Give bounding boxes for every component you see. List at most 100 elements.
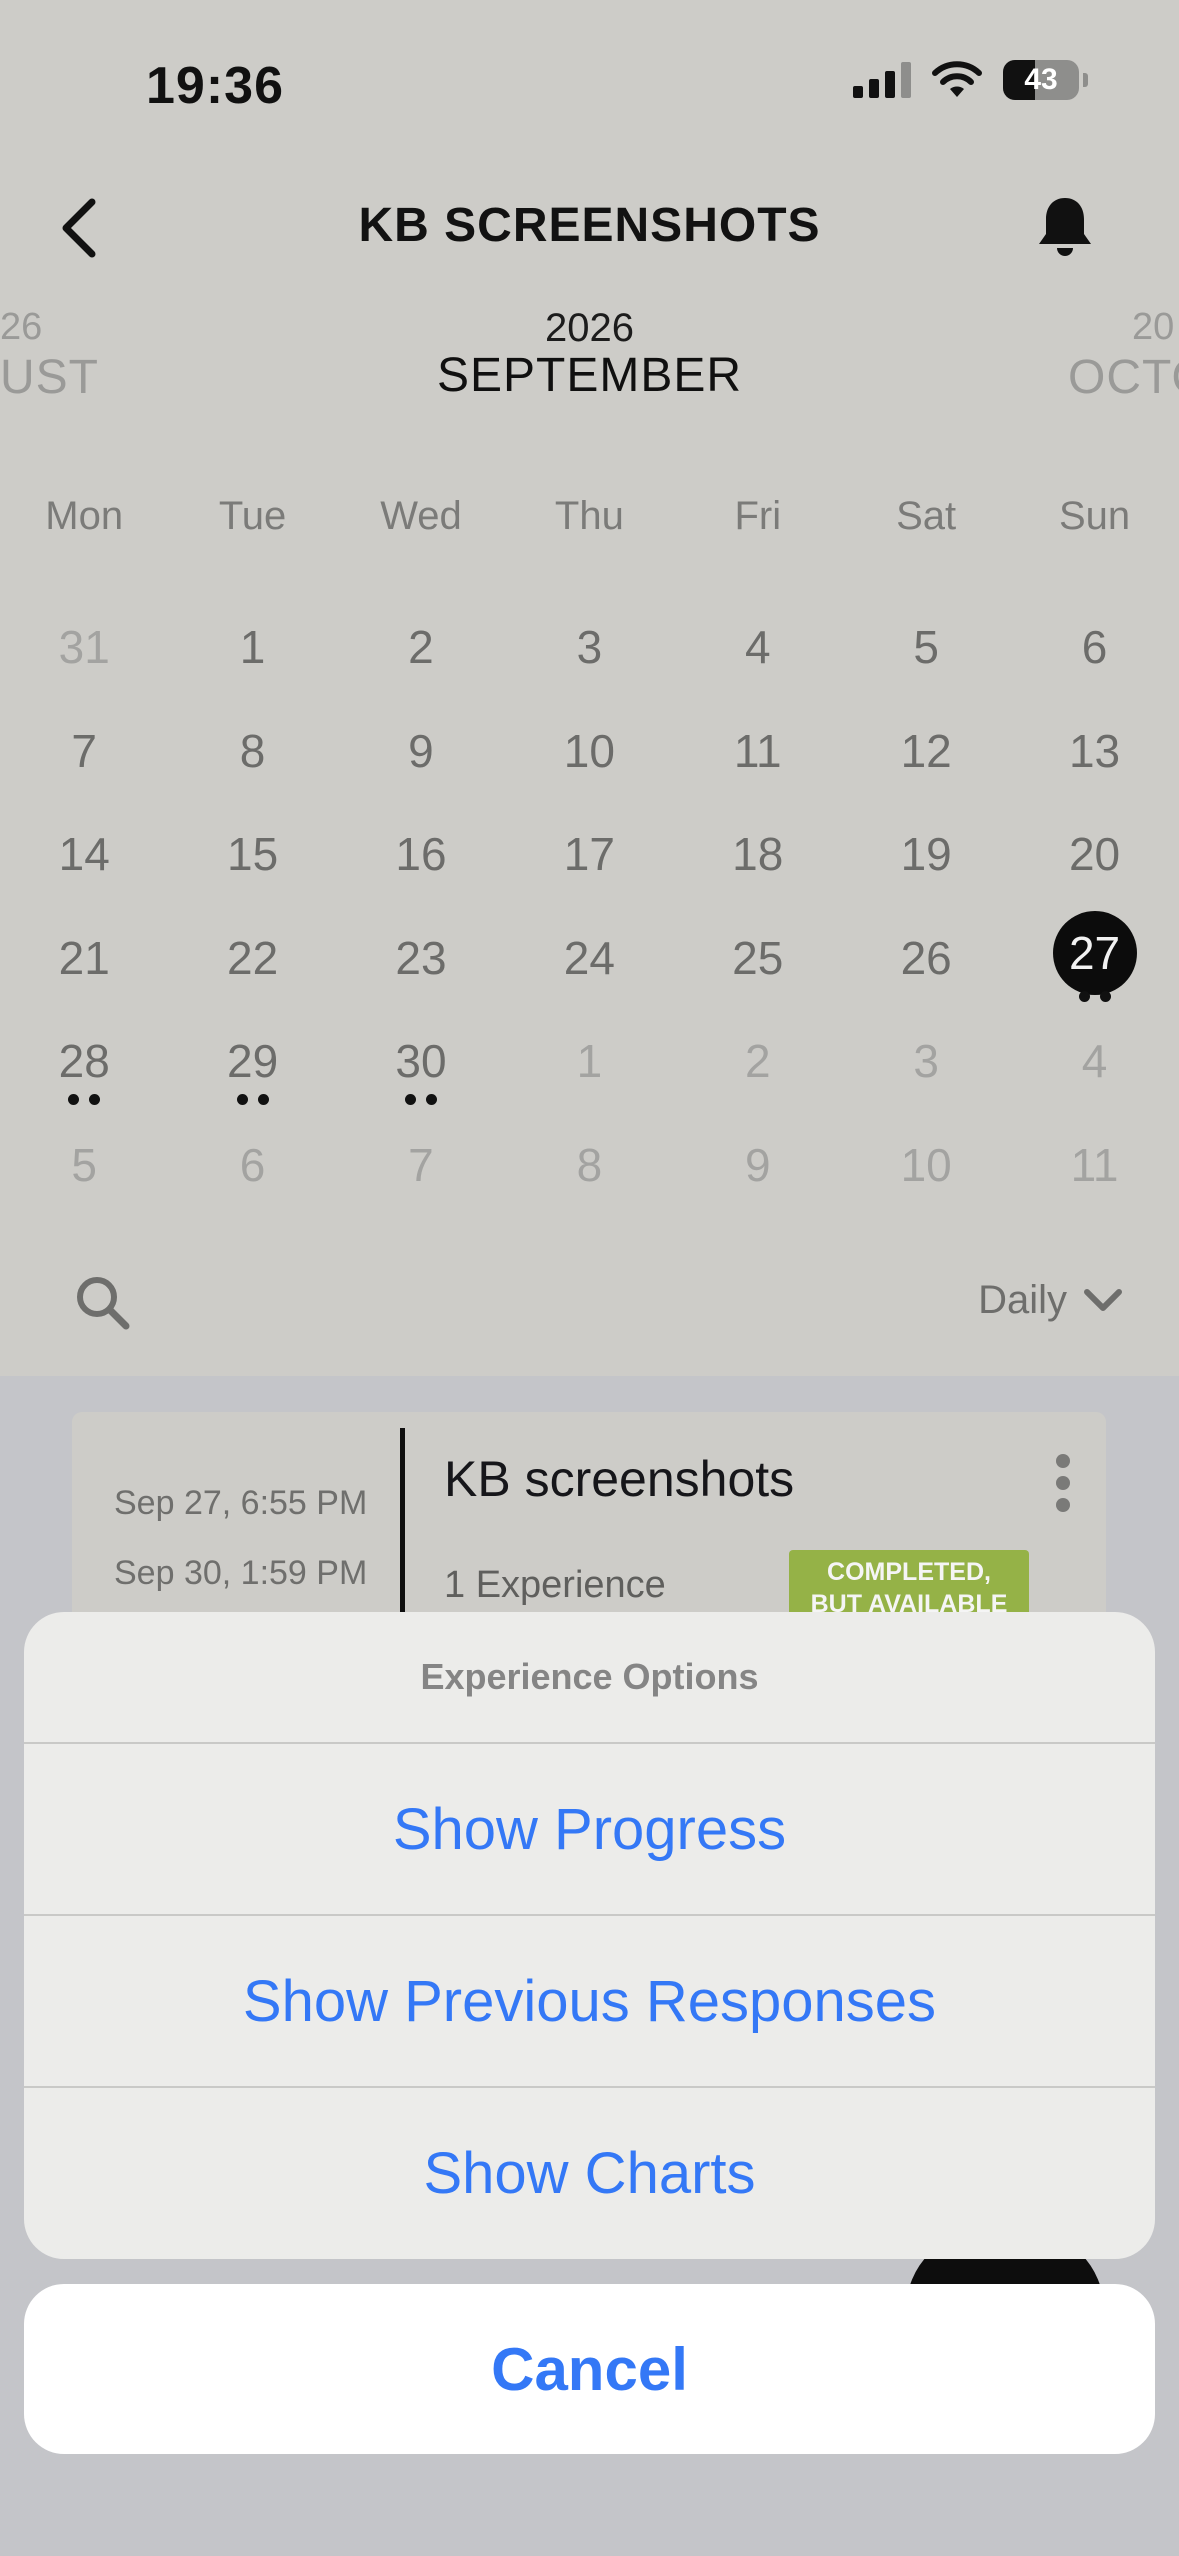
event-end-time: Sep 30, 1:59 PM [114,1554,368,1592]
wifi-icon [932,61,982,97]
battery-level: 43 [1024,63,1058,96]
calendar-day[interactable]: 2 [674,1014,842,1118]
calendar-day[interactable]: 20 [1010,807,1178,911]
calendar-day-number: 5 [913,621,939,673]
calendar-day[interactable]: 8 [168,704,336,808]
calendar-day-number: 8 [576,1138,603,1191]
calendar-day[interactable]: 11 [1010,1118,1178,1222]
calendar-day[interactable]: 13 [1010,704,1178,808]
calendar-day[interactable]: 5 [842,600,1010,704]
calendar-day[interactable]: 11 [674,704,842,808]
calendar-day-number: 24 [563,931,615,984]
sheet-title: Experience Options [24,1612,1155,1744]
calendar-day-number: 1 [576,1035,603,1088]
calendar-day[interactable]: 7 [337,1118,505,1222]
event-start-time: Sep 27, 6:55 PM [114,1484,368,1522]
calendar-day[interactable]: 6 [1010,600,1178,704]
weekday-label: Fri [734,494,782,538]
calendar-day-number: 1 [239,621,266,673]
calendar-day-number: 2 [408,621,434,673]
calendar-day[interactable]: 1 [505,1014,673,1118]
calendar-day-number: 6 [239,1138,266,1191]
calendar-day[interactable]: 16 [337,807,505,911]
calendar-day[interactable]: 3 [842,1014,1010,1118]
calendar-day-number: 6 [1081,621,1108,673]
event-indicator-dots [68,1094,101,1106]
calendar-day[interactable]: 3 [505,600,673,704]
calendar-day[interactable]: 31 [0,600,168,704]
calendar-day[interactable]: 9 [337,704,505,808]
next-month-label[interactable]: OCTO [1068,350,1179,405]
calendar-header-area: 19:36 43 KB SCREENSHOTS 26 UST 2026 SEPT… [0,0,1179,1376]
calendar-day[interactable]: 5 [0,1118,168,1222]
show-charts-button[interactable]: Show Charts [24,2088,1155,2259]
search-icon[interactable] [72,1272,132,1332]
event-title: KB screenshots [444,1451,795,1507]
view-mode-dropdown[interactable]: Daily [978,1278,1123,1323]
cancel-button[interactable]: Cancel [24,2284,1155,2454]
calendar-day-number: 8 [239,724,266,777]
bell-icon[interactable] [1033,194,1097,260]
current-year: 2026 [545,306,634,350]
calendar-day-number: 20 [1068,828,1121,881]
current-month: SEPTEMBER [436,349,743,402]
calendar-day[interactable]: 19 [842,807,1010,911]
calendar-day[interactable]: 10 [842,1118,1010,1222]
calendar-day[interactable]: 1 [168,600,336,704]
calendar-day[interactable]: 21 [0,911,168,1015]
calendar-day-number: 10 [563,724,615,777]
calendar-day[interactable]: 4 [674,600,842,704]
weekday-label: Wed [380,494,462,538]
calendar-day-number: 14 [58,828,110,881]
calendar-day-number: 26 [900,931,952,984]
calendar-day[interactable]: 2 [337,600,505,704]
calendar-day[interactable]: 10 [505,704,673,808]
more-options-icon[interactable] [1056,1454,1072,1512]
battery-icon: 43 [1003,60,1088,100]
show-progress-button[interactable]: Show Progress [24,1744,1155,1916]
calendar-day[interactable]: 4 [1010,1014,1178,1118]
calendar-day[interactable]: 9 [674,1118,842,1222]
calendar-day-number: 5 [71,1138,97,1191]
calendar-day-number: 15 [227,828,279,881]
calendar-day[interactable]: 23 [337,911,505,1015]
calendar-day[interactable]: 17 [505,807,673,911]
calendar-day[interactable]: 25 [674,911,842,1015]
next-month-year[interactable]: 20 [1132,306,1174,349]
calendar-day[interactable]: 24 [505,911,673,1015]
calendar-day-number: 3 [913,1035,939,1088]
calendar-day[interactable]: 8 [505,1118,673,1222]
app-screen: 19:36 43 KB SCREENSHOTS 26 UST 2026 SEPT… [0,0,1179,2556]
calendar-day-number: 21 [58,931,110,984]
calendar-day-number: 4 [744,621,771,673]
weekday-header: Mon Tue Wed Thu Fri Sat Sun [0,494,1179,539]
event-experience-count: 1 Experience [444,1564,666,1606]
calendar-day[interactable]: 18 [674,807,842,911]
calendar-day[interactable]: 22 [168,911,336,1015]
calendar-day-selected[interactable]: 27 [1010,910,1178,1015]
show-previous-responses-button[interactable]: Show Previous Responses [24,1916,1155,2088]
calendar-day[interactable]: 6 [168,1118,336,1222]
calendar-day[interactable]: 7 [0,704,168,808]
calendar-day[interactable]: 30 [337,1014,505,1118]
calendar-day-number: 25 [732,931,784,984]
calendar-day-number: 2 [744,1035,771,1088]
calendar-day[interactable]: 26 [842,911,1010,1015]
weekday-label: Tue [218,494,287,538]
calendar-day-number: 18 [732,828,784,881]
event-indicator-dots [1078,990,1111,1002]
calendar-day[interactable]: 15 [168,807,336,911]
calendar-day-number: 11 [733,724,782,777]
calendar-day-number: 11 [1070,1138,1119,1191]
calendar-day[interactable]: 14 [0,807,168,911]
calendar-day[interactable]: 28 [0,1014,168,1118]
calendar-grid: 31 1 2 3 4 5 6 7 8 9 10 11 12 13 14 15 16 17 18 19 20 21 22 23 2… [0,600,1179,1222]
calendar-day-number: 23 [395,931,447,984]
calendar-day[interactable]: 12 [842,704,1010,808]
calendar-day[interactable]: 29 [168,1014,336,1118]
page-title: KB SCREENSHOTS [358,199,821,252]
calendar-day-number: 28 [58,1035,110,1088]
calendar-day-number: 3 [576,621,603,673]
view-mode-label: Daily [978,1278,1067,1322]
chevron-down-icon [1084,1288,1122,1311]
